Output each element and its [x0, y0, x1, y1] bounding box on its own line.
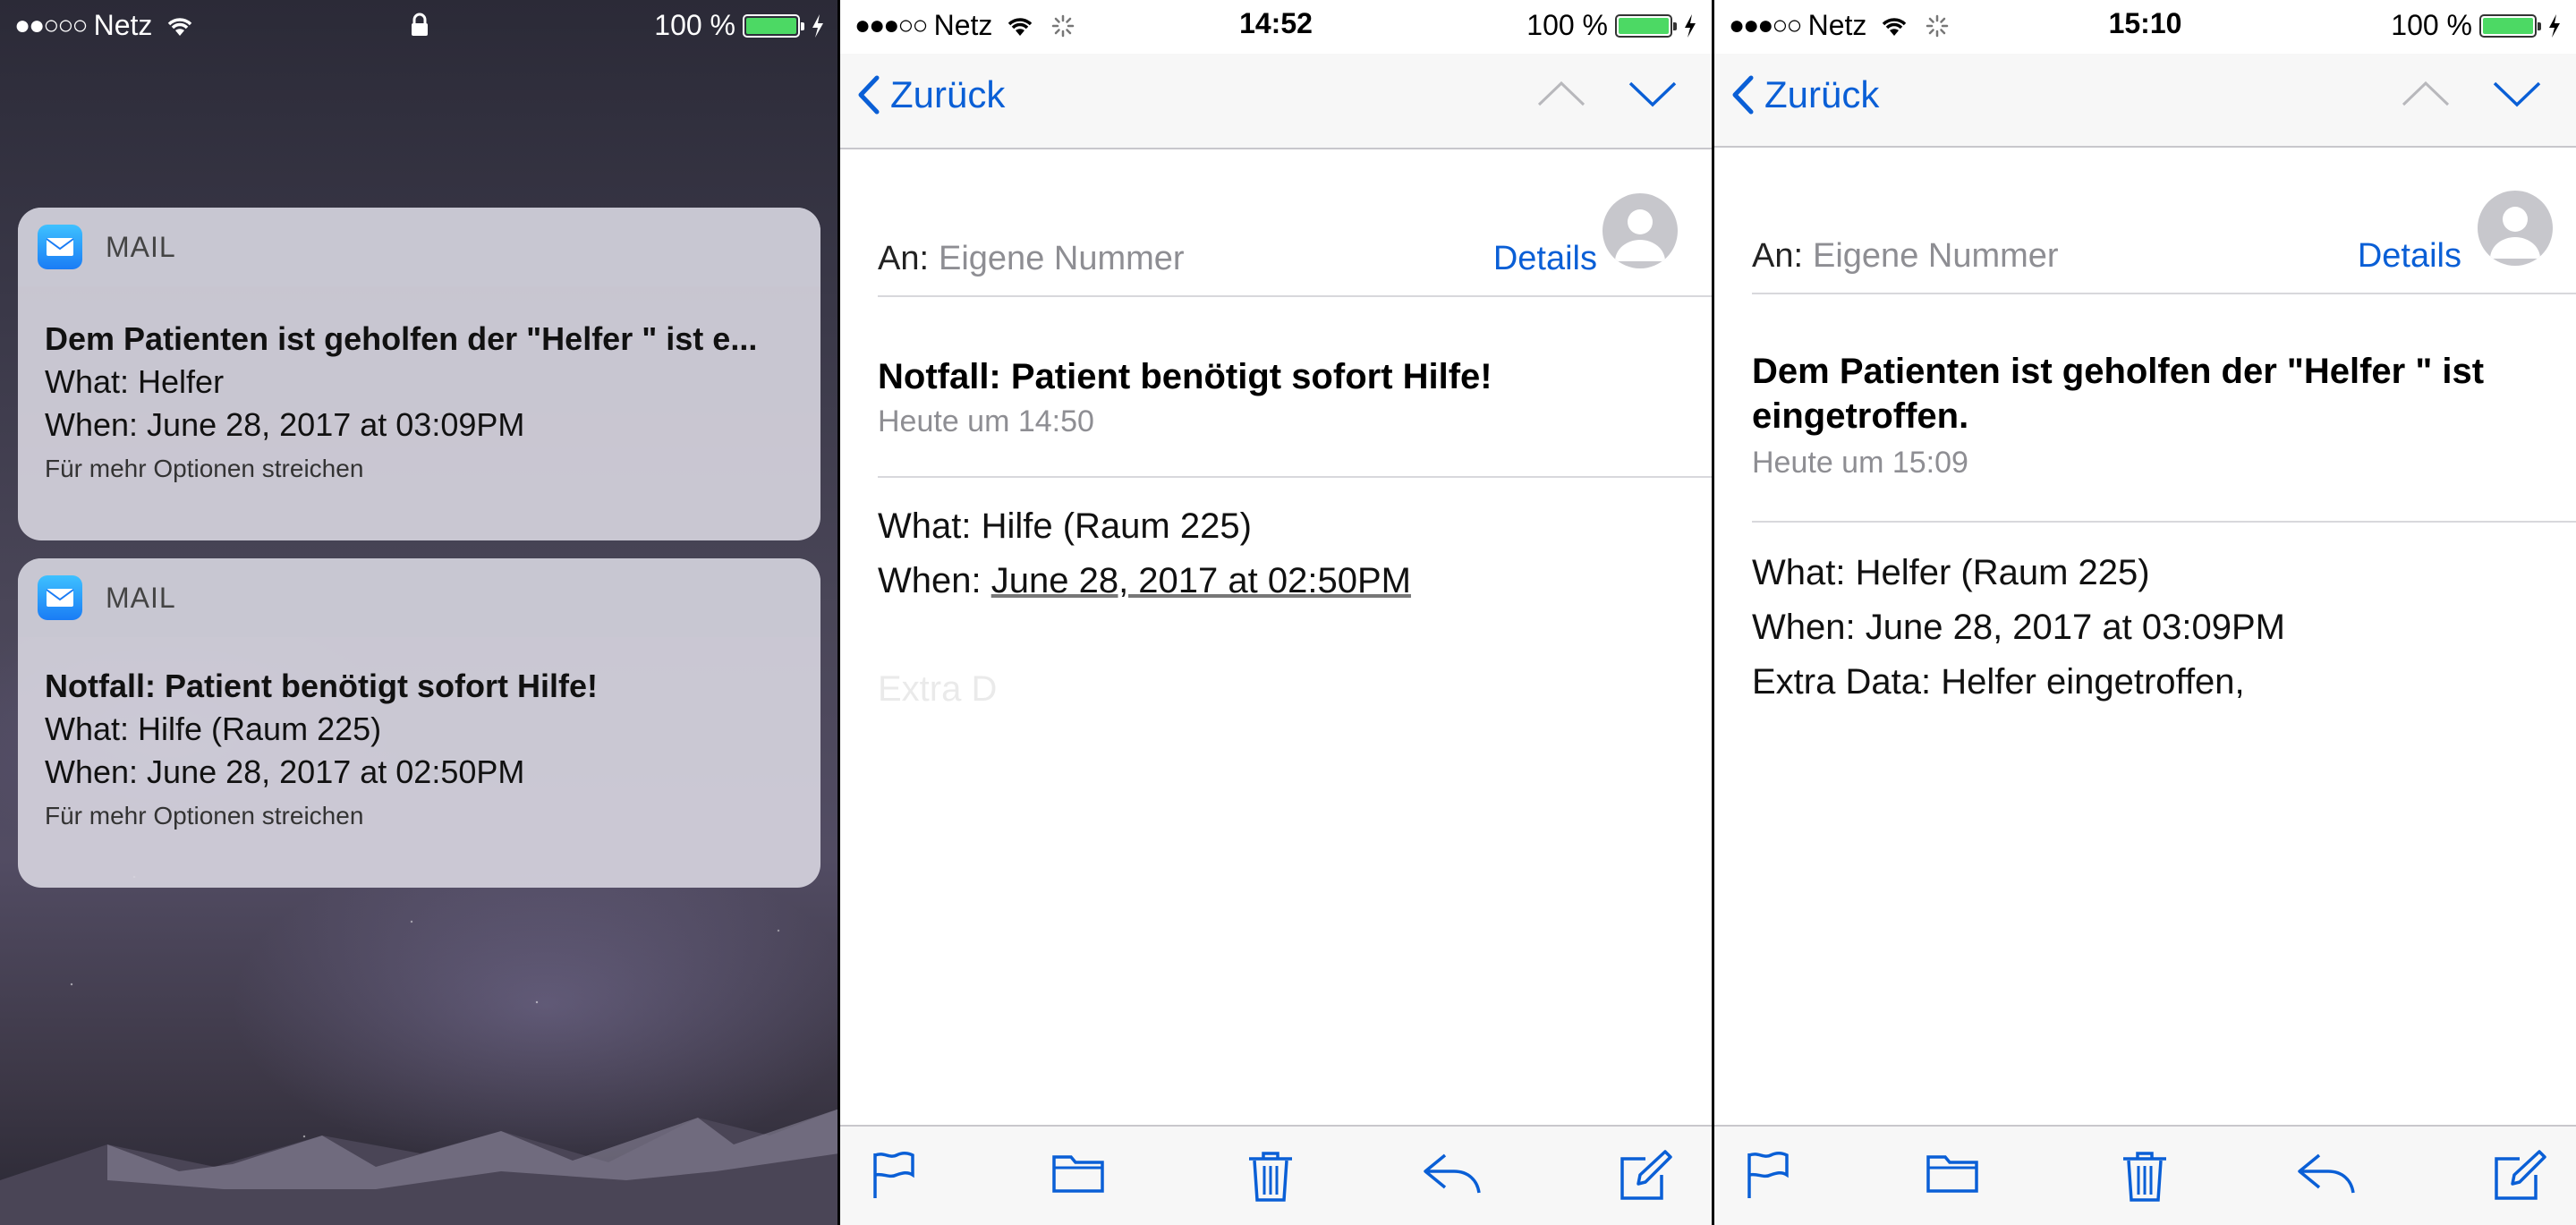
body-when: When: June 28, 2017 at 02:50PM [878, 561, 1411, 600]
notification-when: When: June 28, 2017 at 03:09PM [45, 406, 525, 443]
mail-date: Heute um 15:09 [1752, 446, 1968, 480]
mail-view-panel: ●●●○○ Netz 15:10 100 % Zurück An: Eigene… [1714, 0, 2576, 1225]
status-bar: ●●○○○ Netz 100 % [0, 0, 839, 54]
chevron-left-icon [1732, 75, 1754, 115]
mail-view-panel: ●●●○○ Netz 14:52 100 % Zurück An: Eigene… [840, 0, 1712, 1225]
back-button[interactable]: Zurück [858, 73, 1005, 116]
lockscreen-panel: ●●○○○ Netz 100 % MAIL Dem Patienten ist … [0, 0, 839, 1225]
folder-icon[interactable] [1926, 1150, 1979, 1195]
notification-app-name: MAIL [106, 581, 176, 614]
sender-avatar[interactable] [1603, 193, 1678, 268]
trash-icon[interactable] [2121, 1150, 2168, 1202]
header-separator [878, 476, 1712, 478]
back-label: Zurück [890, 73, 1006, 115]
mail-subject: Notfall: Patient benötigt sofort Hilfe! [878, 357, 1492, 396]
body-extra: Extra Data: Helfer eingetroffen, [1752, 662, 2245, 702]
details-link[interactable]: Details [2358, 237, 2461, 276]
body-when: When: June 28, 2017 at 03:09PM [1752, 608, 2285, 647]
recipient-row: An: Eigene Nummer Details [878, 224, 1712, 297]
notification-what: What: Hilfe (Raum 225) [45, 710, 382, 747]
mail-body: What: Hilfe (Raum 225) When: June 28, 20… [878, 499, 1411, 608]
notification-when: When: June 28, 2017 at 02:50PM [45, 753, 525, 790]
battery-percent: 100 % [1526, 9, 1608, 41]
reply-icon[interactable] [2296, 1150, 2357, 1196]
mail-body: What: Helfer (Raum 225) When: June 28, 2… [1752, 546, 2285, 710]
body-what: What: Hilfe (Raum 225) [878, 506, 1252, 546]
flag-icon[interactable] [1746, 1150, 1790, 1200]
next-message-button[interactable] [1628, 81, 1678, 107]
notification-card[interactable]: MAIL Dem Patienten ist geholfen der "Hel… [18, 208, 820, 540]
chevron-left-icon [858, 75, 880, 115]
bottom-toolbar [840, 1125, 1712, 1225]
compose-icon[interactable] [1619, 1150, 1674, 1202]
to-label: An: [878, 240, 930, 277]
notification-header: MAIL [18, 208, 820, 286]
mail-subject: Dem Patienten ist geholfen der "Helfer "… [1752, 352, 2485, 436]
battery-percent: 100 % [654, 9, 735, 41]
battery-icon [743, 13, 804, 38]
compose-icon[interactable] [2493, 1150, 2548, 1202]
flag-icon[interactable] [871, 1150, 916, 1200]
back-label: Zurück [1764, 73, 1880, 115]
header-separator [1752, 521, 2576, 523]
previous-message-button[interactable] [2401, 81, 2451, 107]
mail-app-icon [38, 225, 82, 269]
notification-card[interactable]: MAIL Notfall: Patient benötigt sofort Hi… [18, 558, 820, 888]
faded-text: Extra D [878, 669, 998, 709]
notification-title: Dem Patienten ist geholfen der "Helfer "… [45, 320, 758, 357]
battery-percent: 100 % [2391, 9, 2472, 41]
notification-title: Notfall: Patient benötigt sofort Hilfe! [45, 668, 598, 704]
body-what: What: Helfer (Raum 225) [1752, 553, 2150, 592]
to-value: Eigene Nummer [939, 240, 1185, 277]
person-icon [2490, 207, 2540, 259]
battery-icon [2479, 13, 2541, 38]
status-bar: ●●●○○ Netz 15:10 100 % [1714, 0, 2576, 54]
mail-date: Heute um 14:50 [878, 404, 1094, 438]
person-icon [1615, 209, 1665, 261]
next-message-button[interactable] [2492, 81, 2542, 107]
charging-bolt-icon [2549, 13, 2560, 38]
to-label: An: [1752, 237, 1804, 275]
status-bar: ●●●○○ Netz 14:52 100 % [840, 0, 1712, 54]
notification-hint: Für mehr Optionen streichen [45, 455, 364, 482]
previous-message-button[interactable] [1536, 81, 1586, 107]
notification-header: MAIL [18, 558, 820, 637]
sender-avatar[interactable] [2478, 191, 2553, 266]
bottom-toolbar [1714, 1125, 2576, 1225]
navigation-bar: Zurück [1714, 54, 2576, 148]
wallpaper-mountain [0, 1109, 839, 1225]
notification-app-name: MAIL [106, 230, 176, 263]
back-button[interactable]: Zurück [1732, 73, 1879, 116]
notification-hint: Für mehr Optionen streichen [45, 802, 364, 829]
navigation-bar: Zurück [840, 54, 1712, 149]
recipient-row: An: Eigene Nummer Details [1752, 221, 2576, 294]
battery-icon [1615, 13, 1677, 38]
trash-icon[interactable] [1247, 1150, 1294, 1202]
reply-icon[interactable] [1422, 1150, 1483, 1196]
details-link[interactable]: Details [1493, 240, 1597, 278]
notification-what: What: Helfer [45, 363, 225, 400]
charging-bolt-icon [812, 13, 823, 38]
charging-bolt-icon [1685, 13, 1696, 38]
lock-icon [412, 13, 428, 36]
date-link[interactable]: June 28, 2017 at 02:50PM [991, 561, 1411, 600]
to-value: Eigene Nummer [1813, 237, 2059, 275]
mail-app-icon [38, 575, 82, 620]
folder-icon[interactable] [1051, 1150, 1105, 1195]
